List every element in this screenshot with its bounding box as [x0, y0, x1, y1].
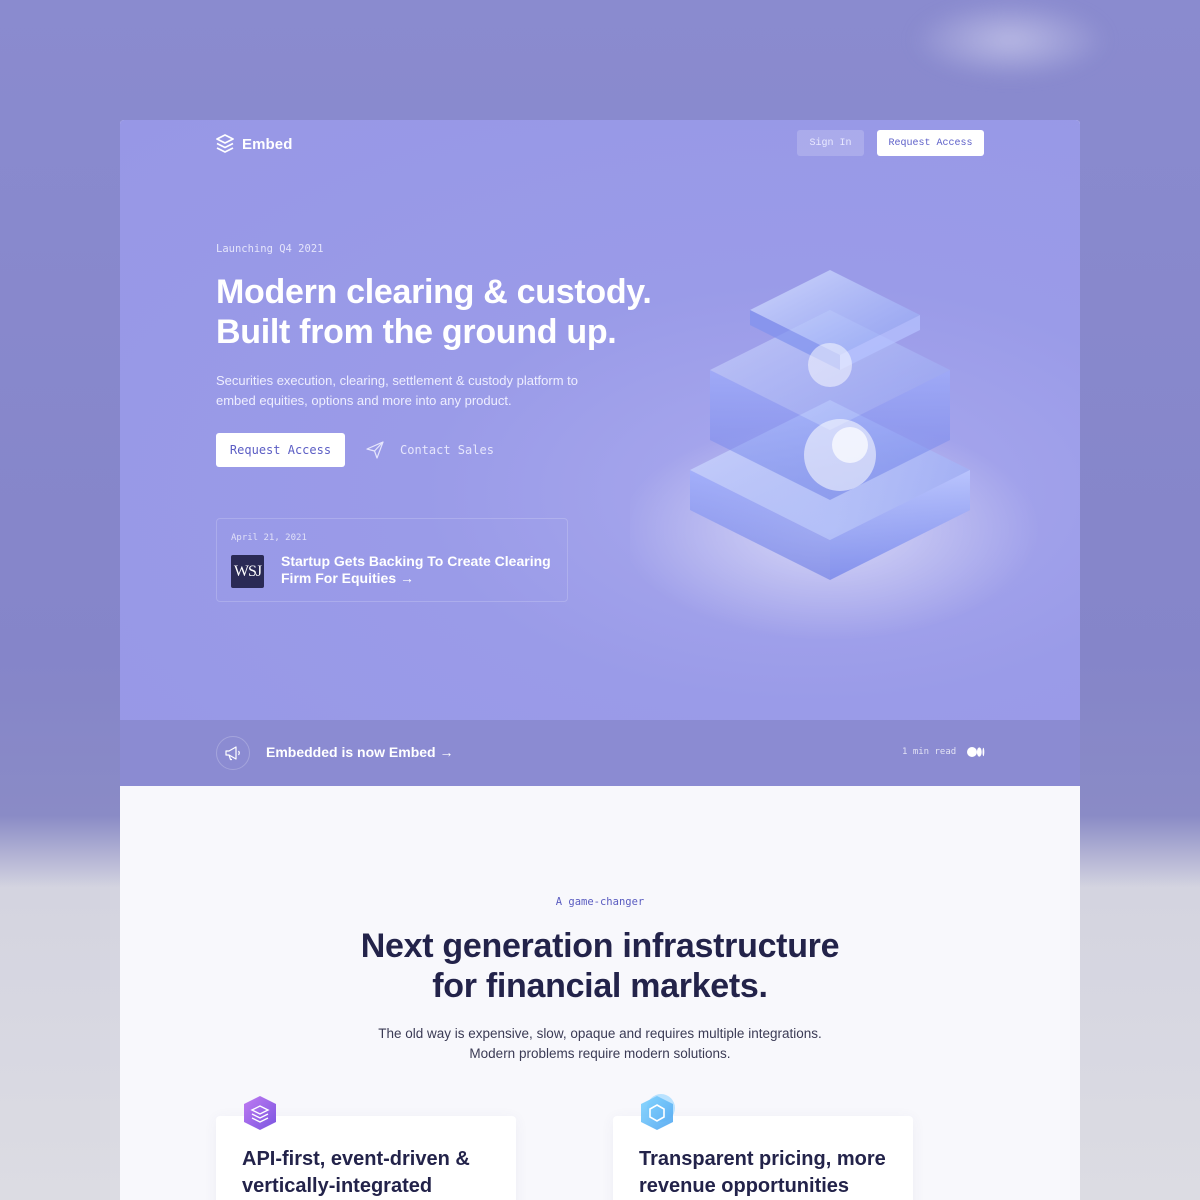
feature-title-line2: revenue opportunities	[639, 1175, 850, 1197]
background-glow	[910, 0, 1110, 80]
brand-name: Embed	[242, 135, 293, 153]
features-subtitle: The old way is expensive, slow, opaque a…	[120, 1024, 1080, 1064]
features-subtitle-line1: The old way is expensive, slow, opaque a…	[378, 1026, 822, 1041]
features-title-line2: for financial markets.	[432, 967, 768, 1005]
landing-page: Embed Sign In Request Access Launching Q…	[120, 120, 1080, 1200]
brand-logo[interactable]: Embed	[216, 134, 293, 154]
arrow-right-icon: →	[439, 744, 454, 760]
features-title: Next generation infrastructure for finan…	[120, 926, 1080, 1006]
contact-sales-label: Contact Sales	[400, 443, 494, 457]
hexagon-icon	[641, 1094, 675, 1130]
logo-mark-icon	[216, 134, 234, 153]
feature-card-pricing: Transparent pricing, more revenue opport…	[613, 1094, 913, 1200]
hero-description: Securities execution, clearing, settleme…	[216, 373, 579, 408]
feature-title-line2: vertically-integrated	[242, 1175, 433, 1197]
read-time: 1 min read	[902, 747, 957, 757]
megaphone-icon-wrap	[216, 736, 250, 770]
news-card[interactable]: April 21, 2021 WSJ Startup Gets Backing …	[216, 518, 568, 602]
announcement-bar[interactable]: Embedded is now Embed → 1 min read	[120, 720, 1080, 786]
news-date: April 21, 2021	[231, 533, 307, 543]
feature-card-title: API-first, event-driven & vertically-int…	[242, 1146, 532, 1200]
feature-title-line1: API-first, event-driven &	[242, 1148, 470, 1170]
news-title: Startup Gets Backing To Create Clearing …	[281, 553, 566, 587]
feature-title-line1: Transparent pricing, more	[639, 1148, 886, 1170]
sign-in-button[interactable]: Sign In	[797, 130, 864, 156]
hero-headline-line1: Modern clearing & custody.	[216, 273, 652, 311]
hero-section: Embed Sign In Request Access Launching Q…	[120, 120, 1080, 720]
medium-logo-icon	[967, 747, 985, 757]
launch-eyebrow: Launching Q4 2021	[216, 243, 324, 255]
features-section: A game-changer Next generation infrastru…	[120, 786, 1080, 1200]
hero-headline: Modern clearing & custody. Built from th…	[216, 272, 686, 352]
hero-headline-line2: Built from the ground up.	[216, 313, 617, 351]
announcement-label: Embedded is now Embed	[266, 744, 436, 760]
arrow-right-icon: →	[400, 570, 415, 586]
layers-icon	[244, 1096, 276, 1130]
paper-plane-icon	[366, 441, 384, 459]
features-eyebrow: A game-changer	[555, 896, 645, 908]
feature-card-api: API-first, event-driven & vertically-int…	[216, 1096, 516, 1200]
announcement-text[interactable]: Embedded is now Embed →	[266, 744, 453, 760]
glass-cube-illustration	[630, 270, 1040, 640]
features-subtitle-line2: Modern problems require modern solutions…	[469, 1046, 731, 1061]
wsj-logo: WSJ	[231, 555, 264, 588]
features-title-line1: Next generation infrastructure	[360, 927, 840, 965]
contact-sales-link[interactable]: Contact Sales	[365, 440, 494, 460]
news-title-text: Startup Gets Backing To Create Clearing …	[281, 553, 551, 586]
hero-request-access-button[interactable]: Request Access	[216, 433, 345, 467]
feature-card-title: Transparent pricing, more revenue opport…	[639, 1146, 929, 1200]
megaphone-icon	[225, 746, 240, 761]
nav-request-access-button[interactable]: Request Access	[877, 130, 984, 156]
